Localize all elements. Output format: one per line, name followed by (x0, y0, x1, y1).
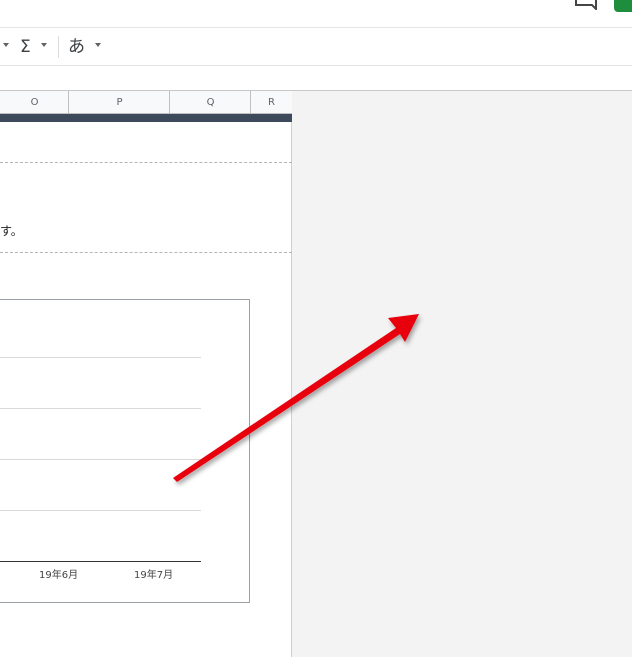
top-bar (0, 0, 632, 28)
column-header-r[interactable]: R (250, 91, 292, 114)
sheet-grid[interactable]: O P Q R す。 19年6月 19年7月 (0, 91, 292, 657)
chevron-down-icon[interactable] (3, 43, 9, 47)
share-button[interactable] (614, 0, 632, 12)
chevron-down-icon[interactable] (95, 43, 101, 47)
chart[interactable]: 19年6月 19年7月 (0, 299, 250, 603)
functions-sigma-icon[interactable]: Σ (20, 37, 31, 57)
chart-gridline (0, 408, 201, 409)
comment-icon[interactable] (574, 0, 598, 10)
chart-gridline (0, 357, 201, 358)
column-header-o[interactable]: O (0, 91, 69, 114)
chart-gridline (0, 459, 201, 460)
empty-sheet-area (292, 91, 632, 657)
x-tick-label: 19年6月 (39, 570, 79, 581)
chart-x-axis (0, 561, 201, 562)
column-header-q[interactable]: Q (169, 91, 251, 114)
toolbar-separator (58, 36, 59, 58)
page-break-line (0, 162, 292, 163)
header-band (0, 114, 292, 122)
chevron-down-icon[interactable] (41, 43, 47, 47)
formula-bar[interactable] (0, 66, 632, 91)
cell-text[interactable]: す。 (0, 223, 23, 239)
page-break-line (0, 252, 292, 253)
column-header-p[interactable]: P (68, 91, 170, 114)
input-tools-icon[interactable]: あ (68, 37, 85, 57)
chart-gridline (0, 510, 201, 511)
x-tick-label: 19年7月 (134, 570, 174, 581)
column-header-row: O P Q R (0, 91, 292, 114)
toolbar: Σ あ (0, 28, 632, 66)
